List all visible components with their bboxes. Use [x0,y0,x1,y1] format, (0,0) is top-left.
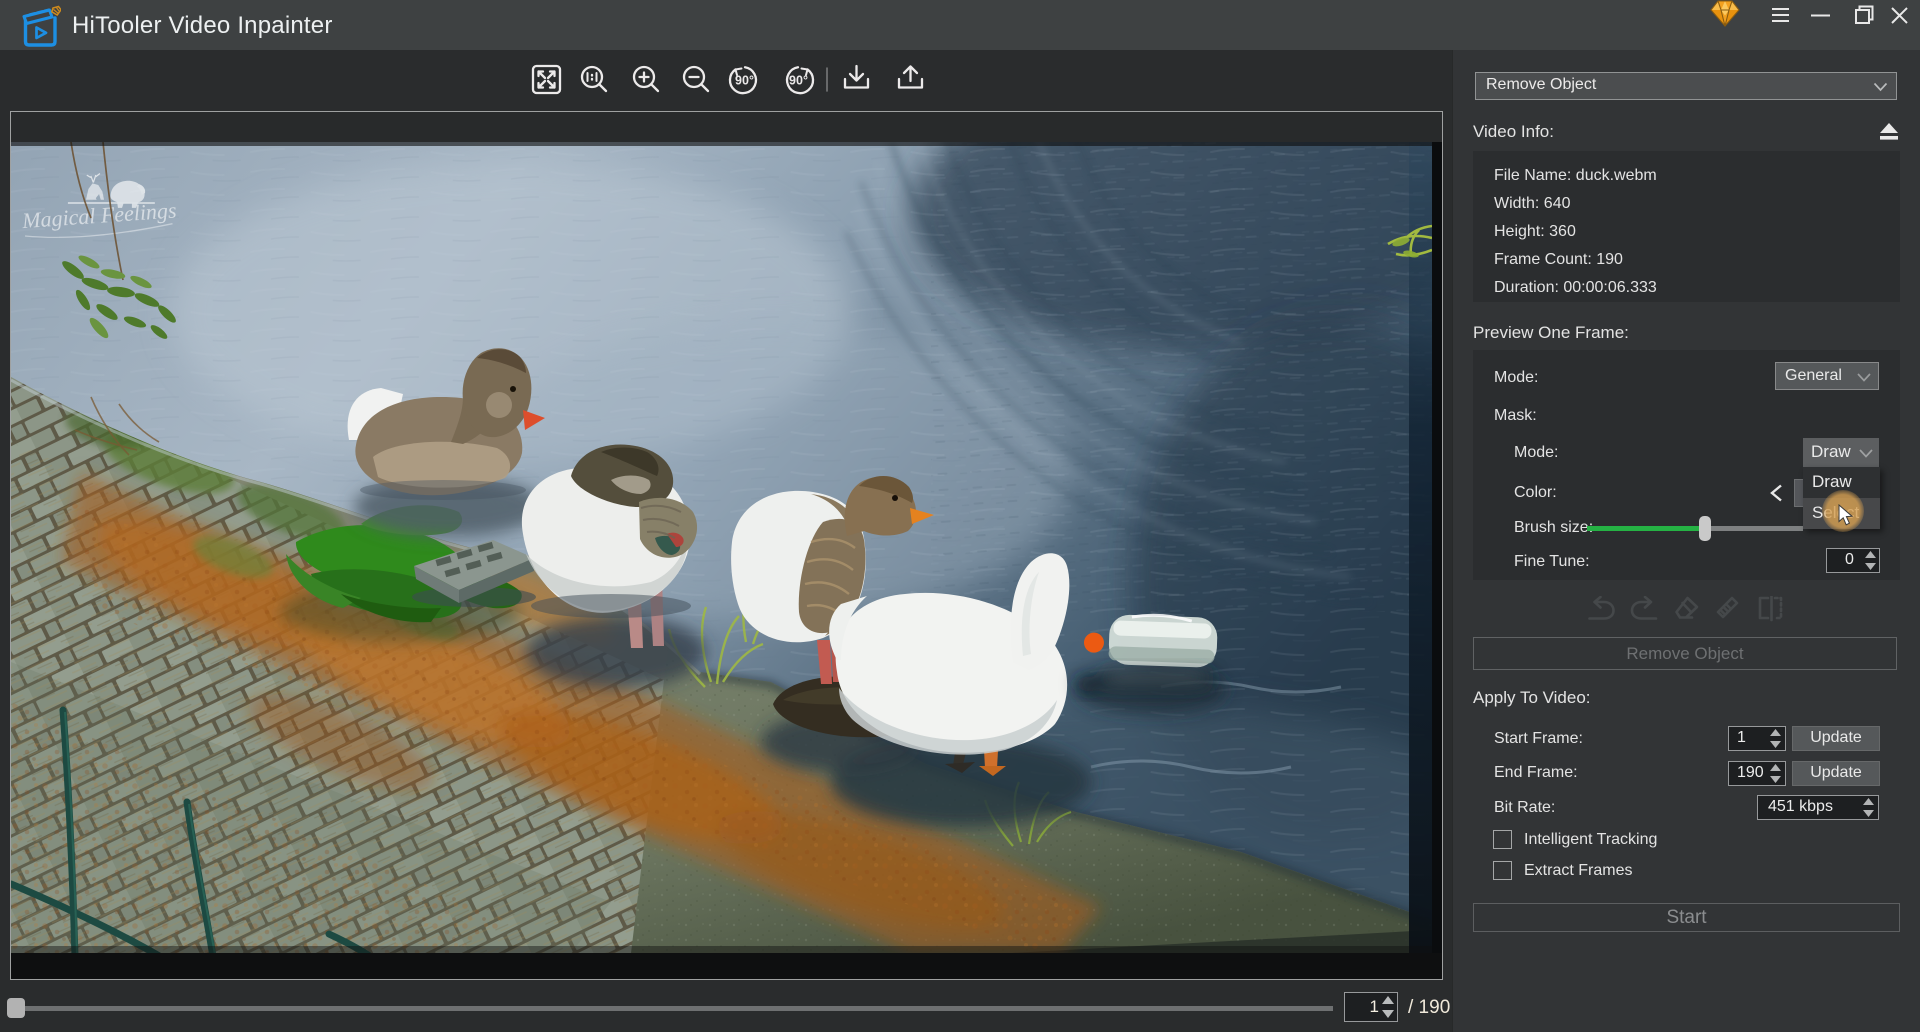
svg-text:90°: 90° [735,74,754,88]
svg-text:90°: 90° [789,74,808,88]
